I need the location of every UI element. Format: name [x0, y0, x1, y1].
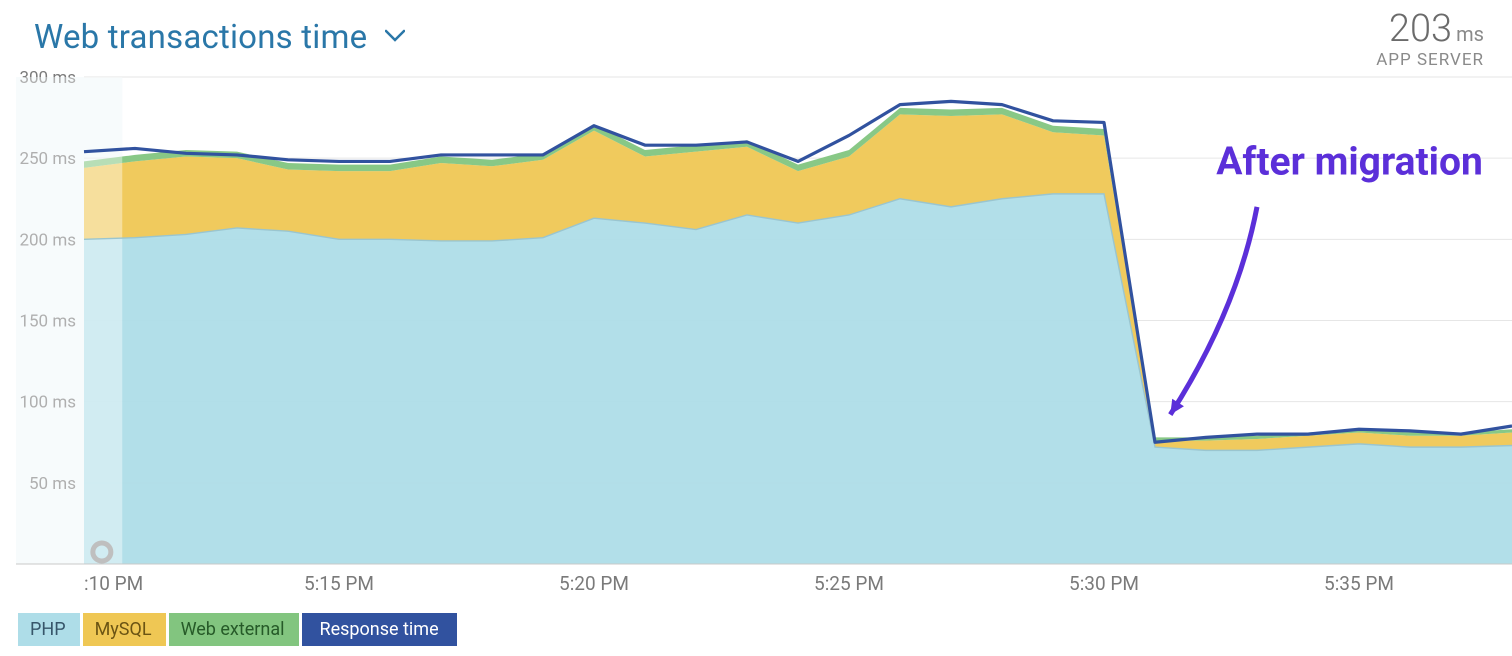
- svg-text:5:15 PM: 5:15 PM: [304, 572, 374, 595]
- legend-label: Web external: [181, 619, 285, 640]
- svg-text:After migration: After migration: [1216, 138, 1483, 184]
- legend-label: PHP: [30, 619, 66, 640]
- legend-item-mysql[interactable]: MySQL: [83, 613, 169, 646]
- legend-item-response[interactable]: Response time: [302, 613, 460, 646]
- legend-label: Response time: [320, 619, 439, 640]
- chart-plot[interactable]: 50 ms100 ms150 ms200 ms250 ms300 ms:10 P…: [16, 5, 1512, 598]
- legend-label: MySQL: [95, 619, 152, 640]
- svg-text:5:35 PM: 5:35 PM: [1324, 572, 1394, 595]
- legend-item-web[interactable]: Web external: [169, 613, 302, 646]
- legend-item-php[interactable]: PHP: [18, 613, 83, 646]
- legend: PHP MySQL Web external Response time: [18, 613, 460, 646]
- svg-text:5:30 PM: 5:30 PM: [1069, 572, 1139, 595]
- svg-text::10 PM: :10 PM: [84, 572, 143, 595]
- svg-text:5:20 PM: 5:20 PM: [559, 572, 629, 595]
- chart-svg: 50 ms100 ms150 ms200 ms250 ms300 ms:10 P…: [16, 5, 1512, 598]
- svg-text:5:25 PM: 5:25 PM: [814, 572, 884, 595]
